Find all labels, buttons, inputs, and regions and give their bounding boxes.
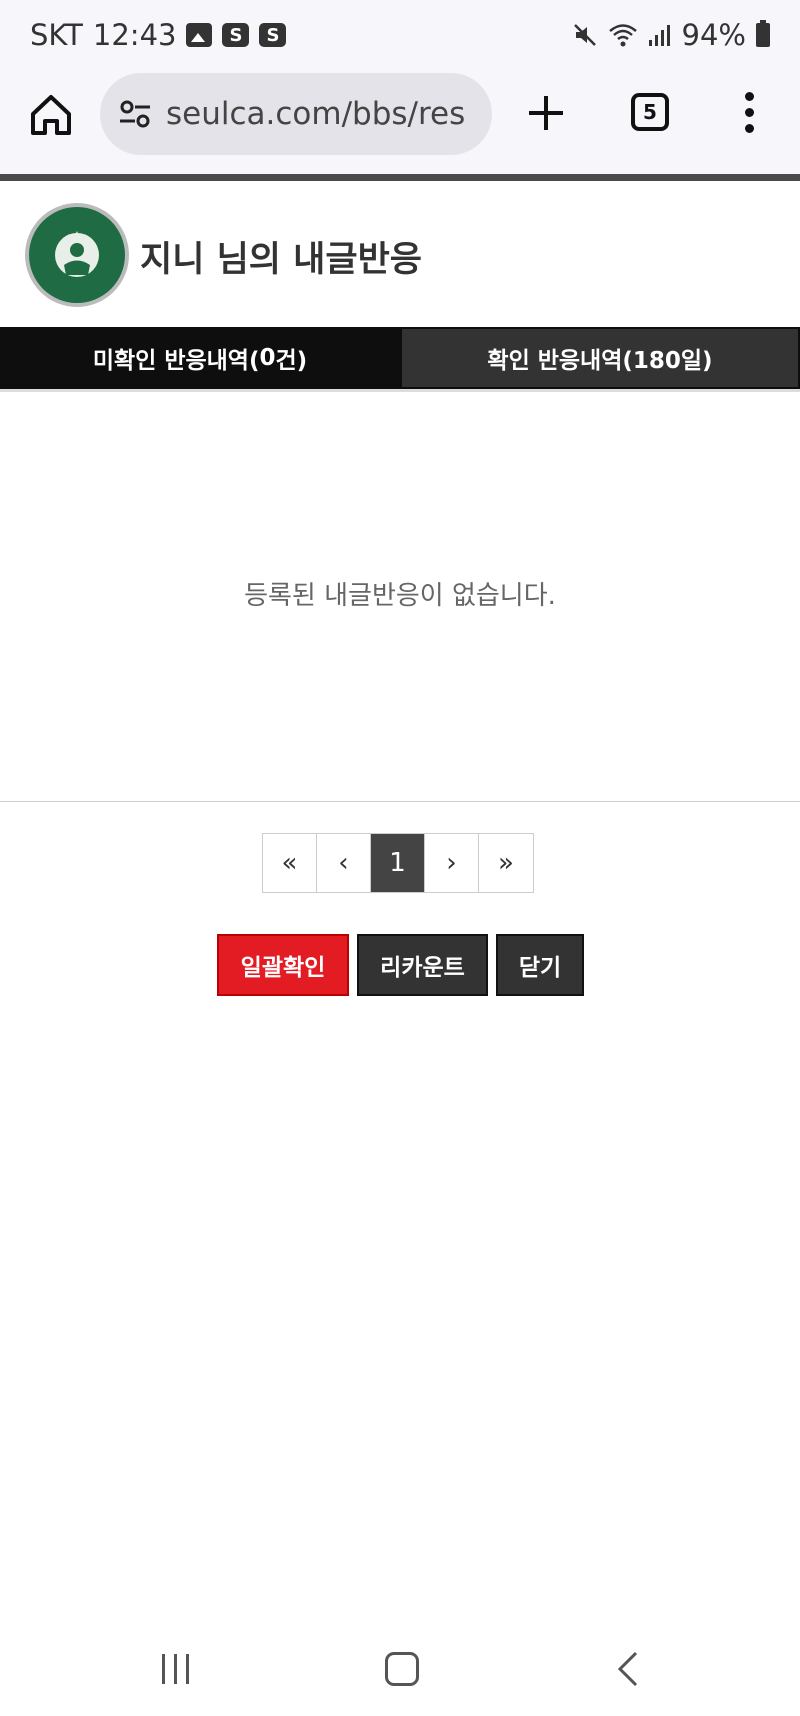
- battery-icon: [756, 20, 770, 47]
- plus-icon[interactable]: [525, 92, 567, 134]
- address-bar[interactable]: seulca.com/bbs/res: [100, 73, 492, 155]
- back-icon[interactable]: [614, 1650, 644, 1688]
- tab-divider: [0, 389, 800, 392]
- current-page-button[interactable]: 1: [371, 834, 425, 892]
- clock: 12:43: [92, 18, 177, 52]
- page-header: 지니 님의 내글반응: [0, 181, 800, 327]
- recents-icon[interactable]: [162, 1654, 198, 1684]
- tab-unread-suffix: 건): [275, 348, 308, 374]
- status-left: SKT 12:43 S S: [30, 18, 287, 52]
- action-buttons: 일괄확인 리카운트 닫기: [217, 934, 584, 996]
- prev-page-button[interactable]: ‹: [317, 834, 371, 892]
- mute-icon: [573, 24, 596, 46]
- signal-icon: [648, 25, 670, 46]
- browser-toolbar: seulca.com/bbs/res 5: [0, 70, 800, 174]
- site-settings-icon[interactable]: [118, 97, 152, 131]
- notification-badge: S: [222, 23, 250, 47]
- close-button[interactable]: 닫기: [496, 934, 584, 996]
- tab-read-reactions[interactable]: 확인 반응내역(180일): [400, 327, 800, 389]
- empty-message: 등록된 내글반응이 없습니다.: [244, 581, 556, 611]
- confirm-all-button[interactable]: 일괄확인: [217, 934, 349, 996]
- page-title: 지니 님의 내글반응: [140, 240, 422, 280]
- menu-icon[interactable]: [742, 92, 756, 136]
- url-text[interactable]: seulca.com/bbs/res: [166, 96, 465, 132]
- notification-badge: S: [259, 23, 287, 47]
- reaction-tabs: 미확인 반응내역(0 건) 확인 반응내역(180일): [0, 327, 800, 389]
- tab-unread-label: 미확인 반응내역(: [92, 348, 260, 374]
- tab-count: 5: [643, 100, 657, 124]
- carrier-label: SKT: [30, 18, 83, 52]
- screen: SKT 12:43 S S 94% seulca.com/bbs/res 5 지…: [0, 0, 800, 1716]
- starbucks-logo-icon: [29, 207, 125, 303]
- first-page-button[interactable]: «: [263, 834, 317, 892]
- recount-button[interactable]: 리카운트: [357, 934, 488, 996]
- last-page-button[interactable]: »: [479, 834, 533, 892]
- tab-unread-count: 0: [259, 345, 276, 371]
- top-border: [0, 174, 800, 181]
- battery-percent: 94%: [681, 18, 746, 52]
- next-page-button[interactable]: ›: [425, 834, 479, 892]
- avatar: [25, 203, 129, 307]
- wifi-icon: [608, 24, 637, 47]
- status-bar: SKT 12:43 S S 94%: [0, 0, 800, 70]
- system-nav-bar: [0, 1620, 800, 1716]
- home-icon[interactable]: [28, 92, 74, 138]
- pagination: « ‹ 1 › »: [262, 833, 534, 893]
- status-right: 94%: [572, 18, 770, 52]
- home-nav-icon[interactable]: [385, 1652, 419, 1686]
- tab-read-label: 확인 반응내역(180일): [487, 348, 713, 374]
- tabs-icon[interactable]: 5: [631, 93, 669, 131]
- content-divider: [0, 801, 800, 802]
- image-icon: [186, 23, 213, 47]
- tab-unread-reactions[interactable]: 미확인 반응내역(0 건): [0, 327, 400, 389]
